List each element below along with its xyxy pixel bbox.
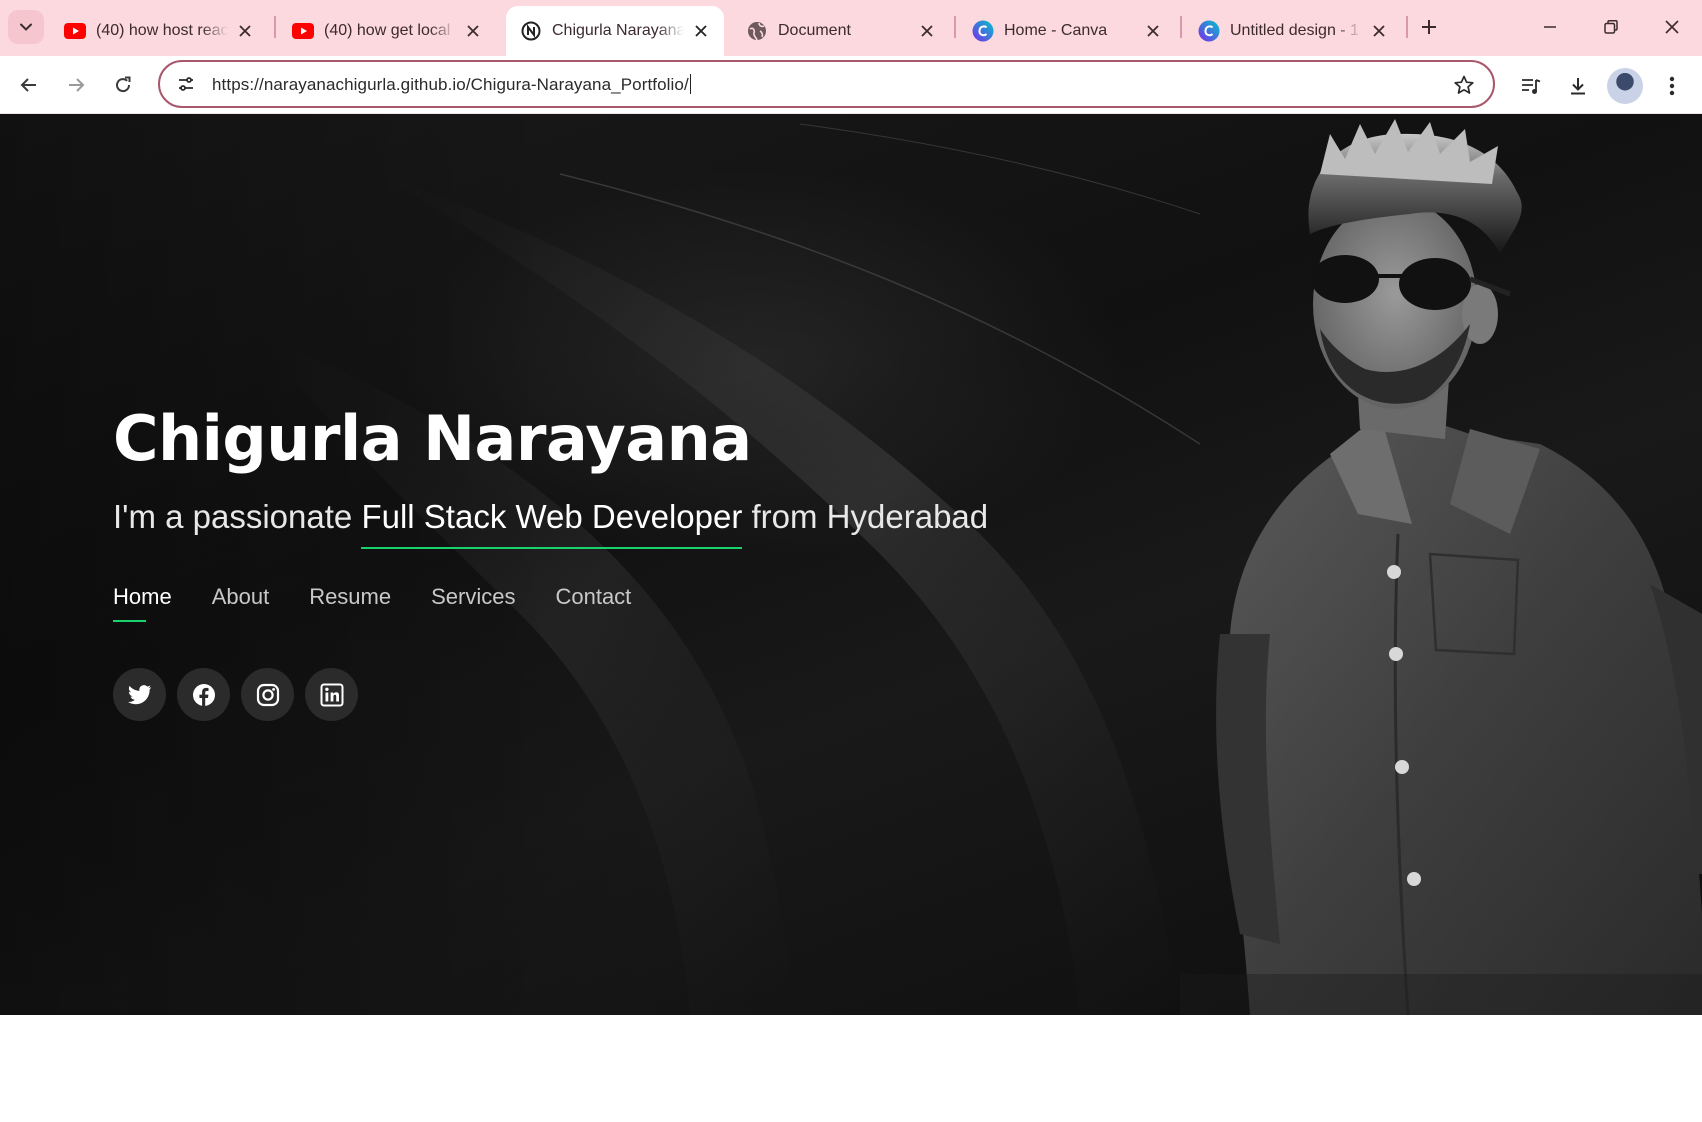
browser-toolbar: https://narayanachigurla.github.io/Chigu…: [0, 56, 1702, 114]
media-controls-icon[interactable]: [1513, 68, 1549, 104]
nav-item-resume[interactable]: Resume: [309, 584, 391, 610]
close-icon: [1665, 20, 1679, 34]
instagram-link[interactable]: [241, 668, 294, 721]
subtitle-prefix: I'm a passionate: [113, 498, 353, 535]
close-icon[interactable]: [1142, 20, 1164, 42]
minimize-button[interactable]: [1527, 10, 1573, 44]
canva-icon: [972, 20, 994, 42]
canva-icon: [1198, 20, 1220, 42]
nav-item-services[interactable]: Services: [431, 584, 515, 610]
arrow-right-icon: [69, 78, 85, 92]
arrow-left-icon: [20, 78, 36, 92]
social-links: [113, 668, 358, 721]
restore-icon: [1604, 20, 1618, 34]
portrait-image: [1180, 119, 1702, 1015]
close-icon[interactable]: [690, 20, 712, 42]
nav-item-about[interactable]: About: [212, 584, 270, 610]
tab-separator: [1406, 16, 1408, 38]
nav-item-contact[interactable]: Contact: [555, 584, 631, 610]
tab-search-button[interactable]: [8, 10, 44, 44]
linkedin-link[interactable]: [305, 668, 358, 721]
bookmark-star-icon[interactable]: [1449, 70, 1479, 100]
tab-youtube-1[interactable]: (40) how host react: [50, 6, 268, 56]
close-icon[interactable]: [916, 20, 938, 42]
tab-title: Document: [778, 22, 851, 39]
tab-title: Home - Canva: [1004, 22, 1108, 39]
address-bar[interactable]: https://narayanachigurla.github.io/Chigu…: [158, 60, 1495, 108]
tab-separator: [274, 16, 276, 38]
tab-title: (40) how get local f: [324, 22, 456, 39]
nav-item-home[interactable]: Home: [113, 584, 172, 622]
twitter-icon: [127, 684, 151, 704]
profile-avatar[interactable]: [1607, 68, 1643, 104]
typed-role: Full Stack Web Developer: [361, 498, 743, 535]
tab-youtube-2[interactable]: (40) how get local f: [278, 6, 496, 56]
back-button[interactable]: [10, 66, 48, 104]
hero-subtitle: I'm a passionate Full Stack Web Develope…: [113, 498, 988, 536]
download-icon[interactable]: [1560, 68, 1596, 104]
plus-icon: [1422, 20, 1436, 34]
tab-canva-home[interactable]: Home - Canva: [958, 6, 1176, 56]
url-text[interactable]: https://narayanachigurla.github.io/Chigu…: [212, 73, 691, 95]
tab-separator: [1180, 16, 1182, 38]
tab-title: (40) how host react: [96, 22, 228, 39]
youtube-icon: [292, 20, 314, 42]
tab-title: Untitled design - 1: [1230, 22, 1359, 39]
close-icon[interactable]: [234, 20, 256, 42]
twitter-link[interactable]: [113, 668, 166, 721]
site-info-icon[interactable]: [166, 64, 206, 104]
close-window-button[interactable]: [1649, 10, 1695, 44]
minimize-icon: [1544, 26, 1556, 28]
facebook-icon: [192, 683, 215, 707]
chevron-down-icon: [20, 23, 32, 31]
tab-portfolio[interactable]: Chigurla Narayana: [506, 6, 724, 56]
page-below-fold: [0, 1015, 1702, 1122]
hero-name-heading: Chigurla Narayana: [113, 402, 752, 475]
new-tab-button[interactable]: [1412, 12, 1446, 42]
close-icon[interactable]: [462, 20, 484, 42]
tab-title: Chigurla Narayana: [552, 22, 684, 39]
facebook-link[interactable]: [177, 668, 230, 721]
youtube-icon: [64, 20, 86, 42]
globe-icon: [746, 20, 768, 42]
reload-button[interactable]: [104, 66, 142, 104]
kebab-menu-icon[interactable]: [1654, 68, 1690, 104]
hero-section: Chigurla Narayana I'm a passionate Full …: [0, 114, 1702, 1015]
reload-icon: [116, 76, 131, 93]
tab-separator: [954, 16, 956, 38]
subtitle-suffix: from Hyderabad: [751, 498, 989, 535]
instagram-icon: [256, 683, 279, 706]
forward-button[interactable]: [57, 66, 95, 104]
tab-canva-design[interactable]: Untitled design - 1: [1184, 6, 1402, 56]
tab-strip: (40) how host react (40) how get local f…: [0, 0, 1702, 56]
close-icon[interactable]: [1368, 20, 1390, 42]
main-nav: Home About Resume Services Contact: [113, 584, 631, 622]
site-n-icon: [520, 20, 542, 42]
restore-button[interactable]: [1588, 10, 1634, 44]
linkedin-icon: [320, 683, 343, 706]
tab-document[interactable]: Document: [732, 6, 950, 56]
text-caret: [689, 73, 691, 94]
